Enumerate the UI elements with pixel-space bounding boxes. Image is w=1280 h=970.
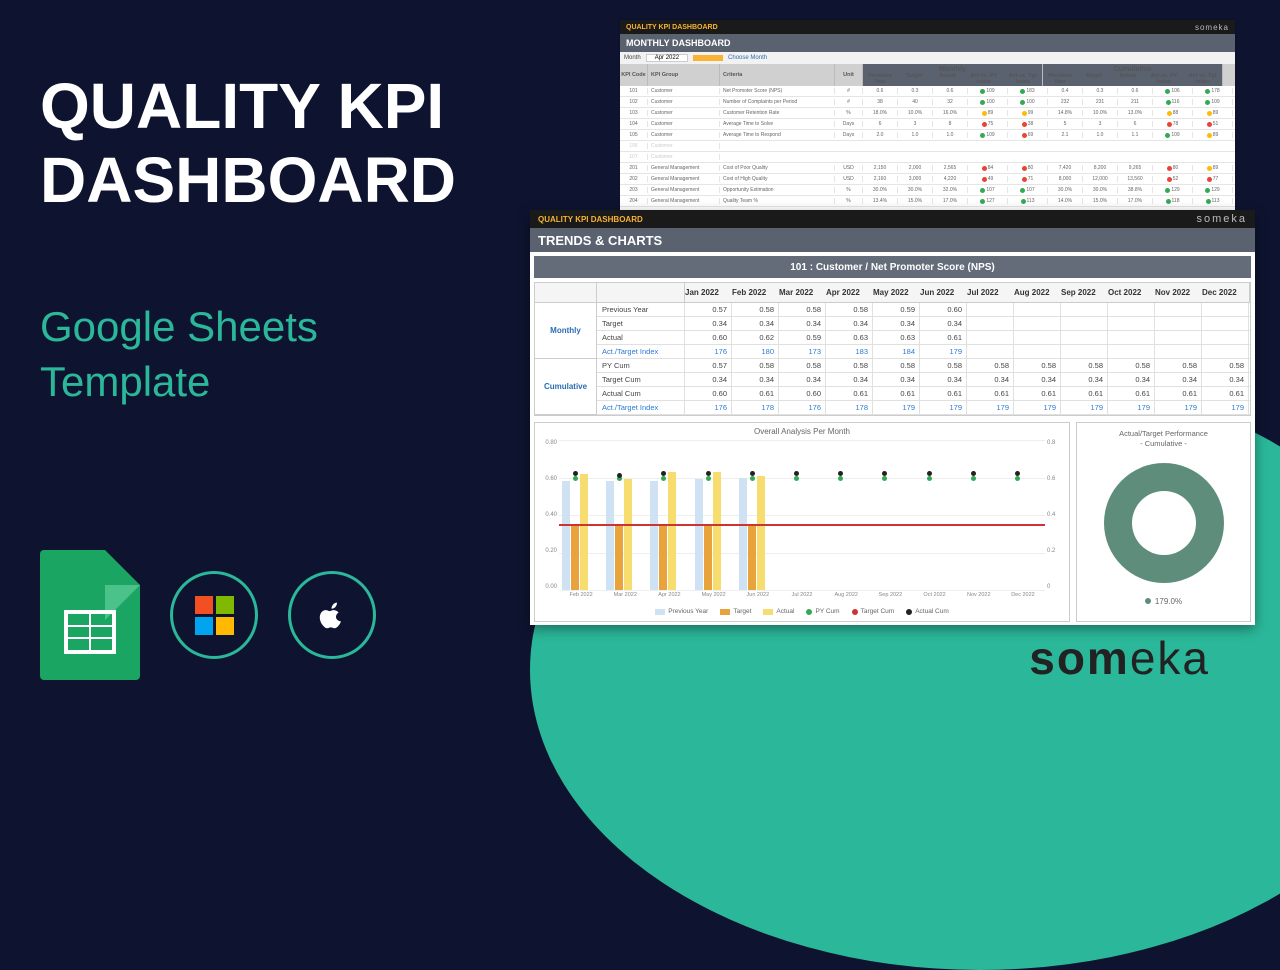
screenshot-monthly-dashboard: QUALITY KPI DASHBOARDsomeka MONTHLY DASH…: [620, 20, 1235, 220]
apple-icon: [288, 571, 376, 659]
main-title: QUALITY KPI DASHBOARD: [40, 70, 456, 217]
kpi-table-rows: 101CustomerNet Promoter Score (NPS)# 0.6…: [620, 86, 1235, 207]
brand-logo: someka: [1029, 631, 1210, 685]
overall-analysis-chart: Overall Analysis Per Month 0.800.600.400…: [534, 422, 1070, 622]
subtitle: Google Sheets Template: [40, 300, 318, 409]
windows-icon: [170, 571, 258, 659]
trend-table: Jan 2022Feb 2022Mar 2022Apr 2022May 2022…: [534, 282, 1251, 416]
chart-legend: Previous Year Target Actual PY Cum Targe…: [539, 608, 1065, 615]
donut-chart: Actual/Target Performance- Cumulative - …: [1076, 422, 1251, 622]
google-sheets-icon: [40, 550, 140, 680]
screenshot-trends-charts: QUALITY KPI DASHBOARDsomeka TRENDS & CHA…: [530, 210, 1255, 625]
platform-icons: [40, 550, 376, 680]
